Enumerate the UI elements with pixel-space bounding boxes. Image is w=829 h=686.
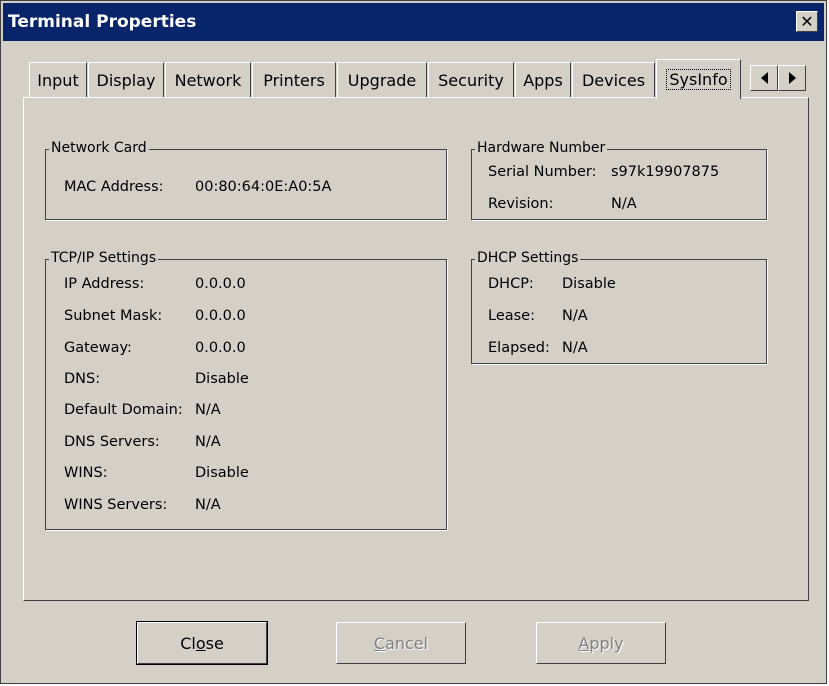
tab-label: Network xyxy=(174,70,242,90)
dhcp-value: Disable xyxy=(562,276,616,292)
wins-servers-value: N/A xyxy=(195,497,221,513)
close-window-button[interactable]: ✕ xyxy=(796,11,818,32)
apply-button-label: Apply xyxy=(578,633,624,653)
close-icon: ✕ xyxy=(800,11,814,31)
wins-label: WINS: xyxy=(64,465,108,481)
arrow-left-icon xyxy=(760,72,768,84)
tab-input[interactable]: Input xyxy=(29,62,87,97)
tab-display[interactable]: Display xyxy=(88,62,164,97)
ip-address-value: 0.0.0.0 xyxy=(195,276,246,292)
dns-servers-label: DNS Servers: xyxy=(64,434,160,450)
terminal-properties-dialog: Terminal Properties ✕ Input Display Netw… xyxy=(0,0,827,684)
hardware-number-group: Hardware Number Serial Number: s97k19907… xyxy=(471,140,767,220)
tab-network[interactable]: Network xyxy=(165,62,251,97)
subnet-mask-value: 0.0.0.0 xyxy=(195,308,246,324)
network-card-legend: Network Card xyxy=(49,140,149,156)
mac-address-value: 00:80:64:0E:A0:5A xyxy=(195,179,332,195)
tab-label: SysInfo xyxy=(666,69,731,90)
tab-label: Apps xyxy=(523,70,563,90)
dns-value: Disable xyxy=(195,371,249,387)
elapsed-value: N/A xyxy=(562,340,588,356)
ip-address-label: IP Address: xyxy=(64,276,145,292)
mac-address-label: MAC Address: xyxy=(64,179,164,195)
lease-label: Lease: xyxy=(488,308,535,324)
tab-label: Upgrade xyxy=(347,70,417,90)
wins-value: Disable xyxy=(195,465,249,481)
revision-value: N/A xyxy=(611,196,637,212)
tab-label: Printers xyxy=(263,70,325,90)
wins-servers-label: WINS Servers: xyxy=(64,497,168,513)
tab-apps[interactable]: Apps xyxy=(515,62,571,97)
dhcp-label: DHCP: xyxy=(488,276,534,292)
tab-label: Display xyxy=(96,70,156,90)
dhcp-settings-group: DHCP Settings DHCP: Disable Lease: N/A E… xyxy=(471,250,767,364)
serial-number-label: Serial Number: xyxy=(488,164,597,180)
dns-label: DNS: xyxy=(64,371,101,387)
revision-label: Revision: xyxy=(488,196,554,212)
gateway-label: Gateway: xyxy=(64,340,132,356)
cancel-button[interactable]: Cancel xyxy=(336,622,466,664)
title-bar: Terminal Properties ✕ xyxy=(3,3,824,41)
tab-label: Input xyxy=(37,70,79,90)
cancel-button-label: Cancel xyxy=(373,633,429,653)
subnet-mask-label: Subnet Mask: xyxy=(64,308,163,324)
tab-scroll-right-button[interactable] xyxy=(778,65,806,91)
default-domain-label: Default Domain: xyxy=(64,402,183,418)
close-button[interactable]: Close xyxy=(136,621,268,665)
tcpip-settings-legend: TCP/IP Settings xyxy=(49,250,159,266)
tab-sysinfo[interactable]: SysInfo xyxy=(656,59,741,99)
default-domain-value: N/A xyxy=(195,402,221,418)
tab-label: Security xyxy=(438,70,504,90)
arrow-right-icon xyxy=(788,72,796,84)
network-card-group: Network Card MAC Address: 00:80:64:0E:A0… xyxy=(45,140,447,220)
dhcp-settings-legend: DHCP Settings xyxy=(475,250,581,266)
tab-printers[interactable]: Printers xyxy=(252,62,336,97)
window-title: Terminal Properties xyxy=(8,12,197,32)
tab-security[interactable]: Security xyxy=(428,62,514,97)
elapsed-label: Elapsed: xyxy=(488,340,550,356)
tab-scroll-left-button[interactable] xyxy=(750,65,778,91)
apply-button[interactable]: Apply xyxy=(536,622,666,664)
tcpip-settings-group: TCP/IP Settings IP Address: 0.0.0.0 Subn… xyxy=(45,250,447,530)
close-button-label: Close xyxy=(180,633,224,653)
lease-value: N/A xyxy=(562,308,588,324)
tab-label: Devices xyxy=(581,70,646,90)
gateway-value: 0.0.0.0 xyxy=(195,340,246,356)
hardware-number-legend: Hardware Number xyxy=(475,140,608,156)
tab-upgrade[interactable]: Upgrade xyxy=(337,62,427,97)
tab-devices[interactable]: Devices xyxy=(572,62,655,97)
serial-number-value: s97k19907875 xyxy=(611,164,720,180)
dns-servers-value: N/A xyxy=(195,434,221,450)
